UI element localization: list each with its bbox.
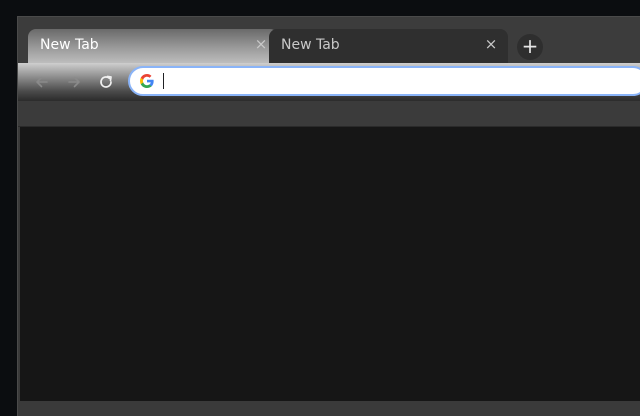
reload-icon <box>100 75 112 88</box>
new-tab-button[interactable]: + <box>517 34 543 60</box>
arrow-right-icon <box>68 76 80 88</box>
omnibox-input[interactable] <box>162 71 632 91</box>
reload-button[interactable] <box>96 72 116 92</box>
browser-window: New Tab × New Tab × + <box>17 16 640 416</box>
address-bar[interactable] <box>128 66 640 96</box>
tab-close-icon[interactable]: × <box>482 35 500 53</box>
tab-title: New Tab <box>281 37 340 53</box>
back-button[interactable] <box>32 72 52 92</box>
tab-new-tab[interactable]: New Tab × <box>269 29 508 63</box>
forward-button[interactable] <box>64 72 84 92</box>
tab-strip: New Tab × New Tab × + <box>18 17 640 63</box>
tab-title: New Tab <box>40 37 99 53</box>
arrow-left-icon <box>36 76 48 88</box>
tab-close-icon[interactable]: × <box>252 35 270 53</box>
google-icon <box>140 74 154 88</box>
page-content <box>20 127 640 401</box>
bookmarks-bar <box>18 101 640 127</box>
toolbar <box>18 63 640 101</box>
text-caret <box>163 73 164 89</box>
tab-new-tab-active[interactable]: New Tab × <box>28 29 278 63</box>
